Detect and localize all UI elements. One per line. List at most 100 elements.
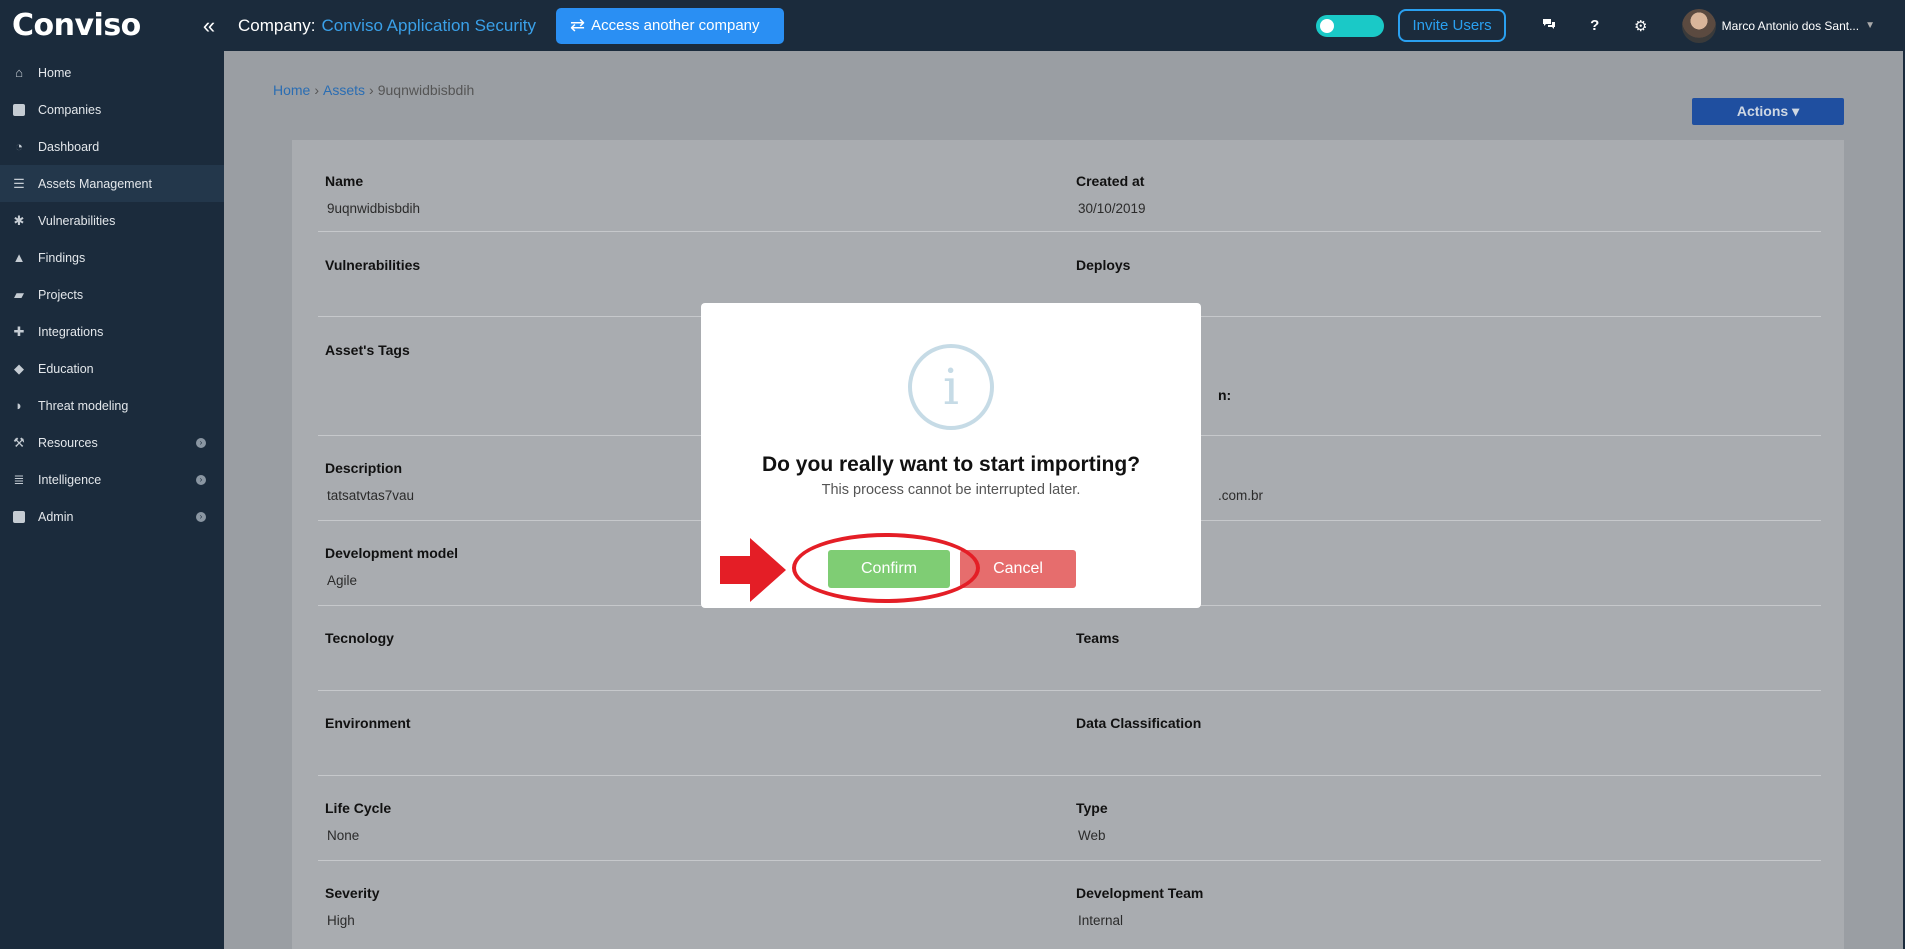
sidebar-item-label: Threat modeling xyxy=(38,398,129,413)
development-team-field: Development Team Internal xyxy=(1076,885,1203,928)
field-label: Created at xyxy=(1076,173,1145,189)
caret-down-icon: ▼ xyxy=(1865,20,1875,31)
chevron-right-icon: › xyxy=(196,474,206,485)
sidebar-item-companies[interactable]: Companies xyxy=(0,91,224,128)
sidebar-item-education[interactable]: ◆ Education xyxy=(0,350,224,387)
sidebar-item-findings[interactable]: ▲ Findings xyxy=(0,239,224,276)
field-label: Name xyxy=(325,173,364,189)
invite-users-button[interactable]: Invite Users xyxy=(1398,9,1506,42)
field-label: Vulnerabilities xyxy=(325,257,421,273)
field-label: Development model xyxy=(325,545,459,561)
sidebar-item-label: Companies xyxy=(38,102,102,117)
sidebar-item-intelligence[interactable]: ≣ Intelligence › xyxy=(0,461,224,498)
field-label: Type xyxy=(1076,800,1108,816)
breadcrumb: Home › Assets › 9uqnwidbisbdih xyxy=(273,82,474,98)
database-icon: ≣ xyxy=(13,471,25,487)
sidebar-item-label: Admin xyxy=(38,509,74,524)
actions-dropdown-button[interactable]: Actions ▾ xyxy=(1692,98,1844,125)
field-label: Asset's Tags xyxy=(325,342,410,358)
chat-icon[interactable] xyxy=(1526,17,1572,34)
field-value: Internal xyxy=(1078,913,1124,928)
field-label: n: xyxy=(1218,387,1232,403)
detail-row: Environment Data Classification xyxy=(318,691,1821,776)
sidebar-item-resources[interactable]: ⚒ Resources › xyxy=(0,424,224,461)
type-field: Type Web xyxy=(1076,800,1108,843)
sidebar-item-label: Intelligence xyxy=(38,472,102,487)
technology-field: Tecnology xyxy=(325,630,394,646)
help-icon[interactable]: ? xyxy=(1572,17,1618,34)
sidebar-item-label: Dashboard xyxy=(38,139,100,154)
sidebar-item-admin[interactable]: Admin › xyxy=(0,498,224,535)
field-value: .com.br xyxy=(1218,488,1264,503)
wrench-icon: ⚒ xyxy=(13,434,25,450)
sidebar-item-label: Findings xyxy=(38,250,86,265)
home-icon: ⌂ xyxy=(15,65,23,80)
sidebar-item-vulnerabilities[interactable]: ✱ Vulnerabilities xyxy=(0,202,224,239)
field-label: Teams xyxy=(1076,630,1120,646)
shield-icon: ◗ xyxy=(15,398,23,413)
detail-row: Life Cycle None Type Web xyxy=(318,776,1821,861)
life-cycle-field: Life Cycle None xyxy=(325,800,391,843)
detail-row: Tecnology Teams xyxy=(318,606,1821,691)
breadcrumb-separator: › xyxy=(369,82,374,98)
data-classification-field: Data Classification xyxy=(1076,715,1201,731)
user-name: Marco Antonio dos Sant... xyxy=(1721,18,1860,33)
name-field: Name 9uqnwidbisbdih xyxy=(325,173,420,216)
severity-field: Severity High xyxy=(325,885,379,928)
double-chevron-left-icon[interactable]: « xyxy=(194,13,224,39)
logo[interactable]: Conviso xyxy=(0,0,224,51)
building-icon xyxy=(12,103,26,117)
toggle-knob xyxy=(1320,18,1335,33)
user-menu[interactable]: Marco Antonio dos Sant... ▼ xyxy=(1681,8,1875,43)
breadcrumb-home[interactable]: Home xyxy=(273,82,310,98)
briefcase-icon xyxy=(12,510,26,524)
company-label: Company: xyxy=(238,15,316,35)
gear-icon[interactable]: ⚙ xyxy=(1618,17,1664,35)
created-at-field: Created at 30/10/2019 xyxy=(1076,173,1146,216)
breadcrumb-assets[interactable]: Assets xyxy=(323,82,365,98)
sidebar-item-threat-modeling[interactable]: ◗ Threat modeling xyxy=(0,387,224,424)
field-label: Data Classification xyxy=(1076,715,1202,731)
field-label: Deploys xyxy=(1076,257,1131,273)
company-name-link[interactable]: Conviso Application Security xyxy=(321,16,536,36)
breadcrumb-current: 9uqnwidbisbdih xyxy=(377,82,475,98)
field-label: Severity xyxy=(325,885,380,901)
field-value: 9uqnwidbisbdih xyxy=(327,201,421,216)
field-value: High xyxy=(327,913,355,928)
sidebar-item-label: Assets Management xyxy=(38,176,152,191)
highlight-ellipse xyxy=(792,533,980,603)
detail-row: Severity High Development Team Internal xyxy=(318,861,1821,949)
info-icon: i xyxy=(908,344,994,430)
asset-tags-field: Asset's Tags xyxy=(325,342,410,358)
sidebar-item-projects[interactable]: ▰ Projects xyxy=(0,276,224,313)
field-value: None xyxy=(327,828,360,843)
deploys-field: Deploys xyxy=(1076,257,1130,273)
logo-text: Conviso xyxy=(12,8,141,43)
sidebar-item-label: Vulnerabilities xyxy=(38,213,116,228)
folder-icon: ▰ xyxy=(14,286,24,302)
sidebar-item-integrations[interactable]: ✚ Integrations xyxy=(0,313,224,350)
top-bar: Conviso « Company: Conviso Application S… xyxy=(0,0,1905,51)
vulnerabilities-field: Vulnerabilities xyxy=(325,257,420,273)
access-another-company-label: Access another company xyxy=(591,17,760,34)
development-model-field: Development model Agile xyxy=(325,545,458,588)
field-label: Environment xyxy=(325,715,411,731)
dialog-title: Do you really want to start importing? xyxy=(761,453,1141,476)
sidebar-item-label: Education xyxy=(38,361,94,376)
sidebar-item-assets-management[interactable]: ☰ Assets Management xyxy=(0,165,224,202)
theme-toggle[interactable] xyxy=(1316,14,1385,37)
access-another-company-button[interactable]: ⇄ Access another company xyxy=(556,7,784,44)
dashboard-icon: ◔ xyxy=(15,139,23,154)
sidebar-item-dashboard[interactable]: ◔ Dashboard xyxy=(0,128,224,165)
server-icon: ☰ xyxy=(13,175,25,191)
partial-value-field: .com.br xyxy=(1216,488,1263,503)
graduation-cap-icon: ◆ xyxy=(14,360,24,376)
avatar xyxy=(1681,8,1716,43)
bug-icon: ✱ xyxy=(13,212,25,228)
sidebar-item-home[interactable]: ⌂ Home xyxy=(0,54,224,91)
field-value: Web xyxy=(1078,828,1106,843)
sidebar-item-label: Projects xyxy=(38,287,84,302)
field-value: Agile xyxy=(327,573,358,588)
detail-row: Name 9uqnwidbisbdih Created at 30/10/201… xyxy=(318,140,1821,232)
environment-field: Environment xyxy=(325,715,411,731)
